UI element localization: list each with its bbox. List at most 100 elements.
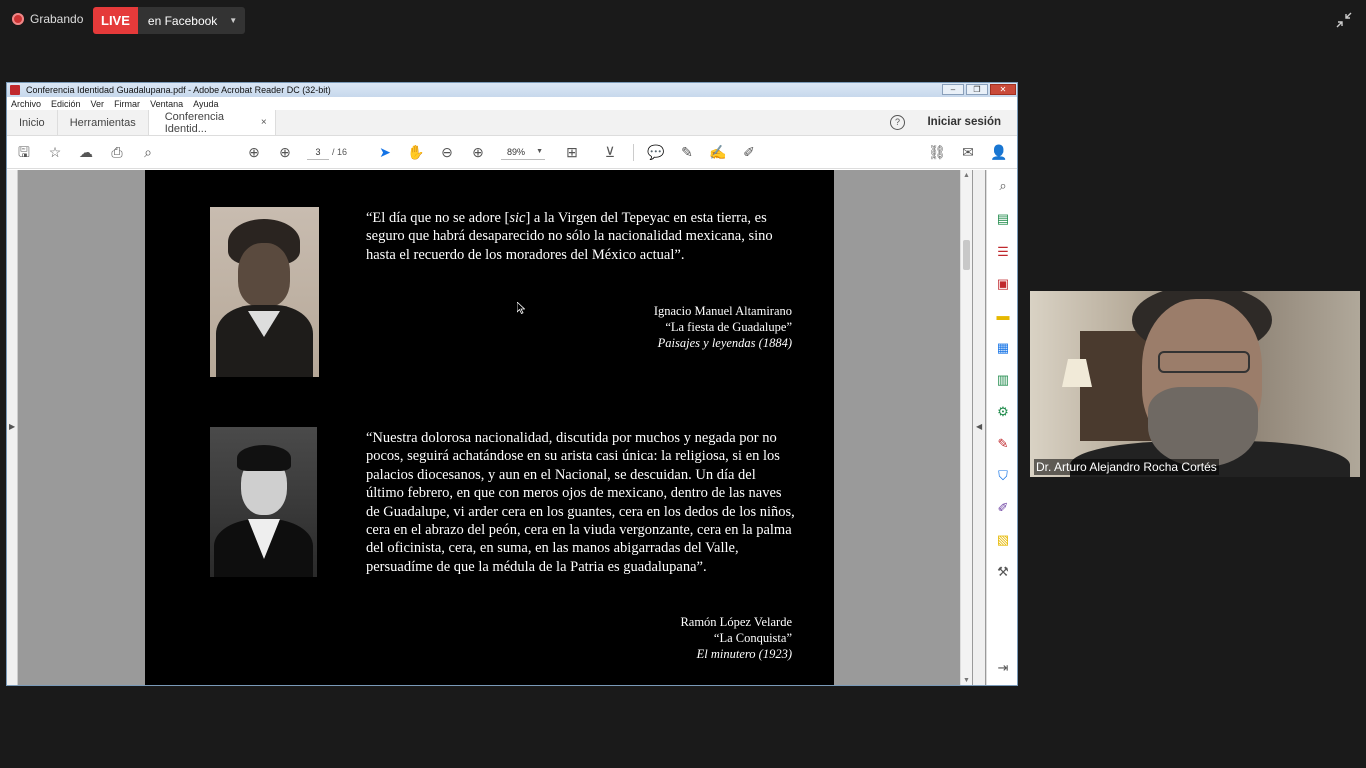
comment-icon[interactable]: 💬: [647, 143, 665, 161]
quote-text: “El día que no se adore [: [366, 210, 510, 226]
quote-book: Paisajes y leyendas (1884): [657, 336, 792, 350]
scroll-down-icon[interactable]: ▼: [963, 677, 970, 684]
right-panel-toggle[interactable]: ◀: [973, 170, 985, 685]
mouse-cursor-icon: [517, 302, 525, 314]
scan-icon[interactable]: ⚙: [995, 404, 1011, 420]
tab-document[interactable]: Conferencia Identid... ×: [148, 110, 276, 135]
attribution-altamirano: Ignacio Manuel Altamirano “La fiesta de …: [654, 303, 792, 351]
organize-pages-icon[interactable]: ☰: [995, 244, 1011, 260]
print-icon[interactable]: ⎙: [108, 143, 126, 161]
tab-document-label: Conferencia Identid...: [164, 110, 225, 135]
page-number-input[interactable]: 3: [307, 144, 329, 160]
quote-altamirano: “El día que no se adore [sic] a la Virge…: [366, 209, 796, 264]
hand-tool-icon[interactable]: ✋: [407, 143, 425, 161]
page-total: / 16: [332, 147, 348, 157]
quote-lopez-velarde: “Nuestra dolorosa nacionalidad, discutid…: [366, 430, 795, 575]
participant-video[interactable]: Dr. Arturo Alejandro Rocha Cortés: [1030, 291, 1360, 477]
live-stream-control[interactable]: LIVE en Facebook ▼: [93, 7, 246, 34]
add-user-icon[interactable]: 👤: [990, 143, 1008, 161]
fill-sign-icon[interactable]: ✎: [995, 436, 1011, 452]
acrobat-window: Conferencia Identidad Guadalupana.pdf - …: [6, 82, 1018, 686]
menu-ventana[interactable]: Ventana: [150, 99, 183, 109]
tab-tools[interactable]: Herramientas: [58, 110, 149, 135]
menu-ayuda[interactable]: Ayuda: [193, 99, 218, 109]
close-window-button[interactable]: ✕: [990, 84, 1016, 95]
scroll-up-icon[interactable]: ▲: [963, 172, 970, 179]
tools-pane: ⌕ ▤ ☰ ▣ ▬ ▦ ▥ ⚙ ✎ ⛉ ✐ ▧ ⚒ ⇥: [986, 170, 1017, 685]
chevron-down-icon: ▼: [229, 16, 238, 25]
menu-archivo[interactable]: Archivo: [11, 99, 41, 109]
left-panel-toggle[interactable]: ▶: [7, 170, 18, 685]
quote-author: Ramón López Velarde: [680, 615, 792, 629]
search-icon[interactable]: ⌕: [139, 143, 157, 161]
select-cursor-icon[interactable]: ➤: [376, 143, 394, 161]
tab-home[interactable]: Inicio: [7, 110, 58, 135]
request-signature-icon[interactable]: ✐: [995, 500, 1011, 516]
chevron-left-icon: ◀: [976, 422, 983, 431]
window-title: Conferencia Identidad Guadalupana.pdf - …: [26, 85, 331, 95]
close-tab-icon[interactable]: ×: [261, 117, 267, 128]
upload-cloud-icon[interactable]: ☁: [77, 143, 95, 161]
chevron-right-icon: ▶: [9, 422, 16, 431]
share-icon[interactable]: ▧: [995, 532, 1011, 548]
quote-author: Ignacio Manuel Altamirano: [653, 304, 792, 318]
quote-book: El minutero (1923): [696, 647, 792, 661]
create-pdf-icon[interactable]: ▣: [995, 276, 1011, 292]
portrait-lopez-velarde: [210, 427, 317, 577]
highlight-pen-icon[interactable]: ✎: [678, 143, 696, 161]
zoom-search-icon[interactable]: ⌕: [995, 178, 1011, 194]
chevron-down-icon: ▼: [536, 148, 543, 155]
save-icon[interactable]: 🖫: [15, 143, 33, 161]
quote-sic: sic: [509, 210, 526, 226]
pdf-page: “El día que no se adore [sic] a la Virge…: [145, 170, 834, 685]
zoom-out-icon[interactable]: ⊖: [438, 143, 456, 161]
export-pdf-icon[interactable]: ▤: [995, 211, 1011, 227]
stamp-icon[interactable]: ✐: [740, 143, 758, 161]
vertical-scrollbar[interactable]: ▲ ▼: [960, 170, 972, 685]
participant-name: Dr. Arturo Alejandro Rocha Cortés: [1034, 459, 1219, 475]
scroll-thumb[interactable]: [963, 240, 970, 270]
exit-fullscreen-icon[interactable]: [1334, 12, 1354, 32]
live-platform-label: en Facebook: [147, 13, 218, 28]
more-tools-icon[interactable]: ⚒: [995, 564, 1011, 580]
menu-bar: Archivo Edición Ver Firmar Ventana Ayuda: [7, 97, 1017, 110]
zoom-in-icon[interactable]: ⊕: [469, 143, 487, 161]
menu-firmar[interactable]: Firmar: [114, 99, 140, 109]
collapse-pane-icon[interactable]: ⇥: [995, 660, 1011, 676]
sign-in-button[interactable]: Iniciar sesión: [927, 116, 1001, 128]
acrobat-toolbar: 🖫 ☆ ☁ ⎙ ⌕ ⊕ ⊕ 3 / 16 ➤ ✋ ⊖ ⊕ 89% ▼ ⊞ ⊻ 💬…: [7, 136, 1017, 169]
record-icon: [12, 13, 24, 25]
measure-icon[interactable]: ⊻: [601, 143, 619, 161]
help-icon[interactable]: ?: [890, 115, 905, 130]
quote-work: “La fiesta de Guadalupe”: [665, 320, 792, 334]
screen: Grabando LIVE en Facebook ▼ Conferencia …: [0, 0, 1366, 768]
edit-pdf-icon[interactable]: ▥: [995, 372, 1011, 388]
minimize-button[interactable]: –: [942, 84, 964, 95]
portrait-altamirano: [210, 207, 319, 377]
live-badge: LIVE: [93, 7, 138, 34]
combine-files-icon[interactable]: ▦: [995, 340, 1011, 356]
tab-bar: Inicio Herramientas Conferencia Identid.…: [7, 110, 1017, 136]
previous-page-icon[interactable]: ⊕: [245, 143, 263, 161]
recording-indicator[interactable]: Grabando: [12, 12, 83, 26]
acrobat-icon: [10, 85, 20, 95]
menu-edicion[interactable]: Edición: [51, 99, 81, 109]
document-workspace: ▶ “El día que no se adore [sic] a la Vir…: [7, 170, 1017, 685]
zoom-level-select[interactable]: 89% ▼: [501, 144, 545, 160]
maximize-button[interactable]: ❐: [966, 84, 988, 95]
menu-ver[interactable]: Ver: [91, 99, 105, 109]
email-icon[interactable]: ✉: [959, 143, 977, 161]
link-icon[interactable]: ⛓: [928, 143, 946, 161]
zoom-level-value: 89%: [507, 147, 526, 157]
window-titlebar[interactable]: Conferencia Identidad Guadalupana.pdf - …: [7, 83, 1017, 97]
protect-icon[interactable]: ⛉: [995, 468, 1011, 484]
page-fit-icon[interactable]: ⊞: [563, 143, 581, 161]
live-platform-dropdown[interactable]: en Facebook ▼: [137, 7, 246, 34]
draw-icon[interactable]: ✍: [709, 143, 727, 161]
toolbar-divider: [633, 144, 634, 161]
star-icon[interactable]: ☆: [46, 143, 64, 161]
attribution-lopez-velarde: Ramón López Velarde “La Conquista” El mi…: [680, 614, 792, 662]
next-page-icon[interactable]: ⊕: [276, 143, 294, 161]
recording-label: Grabando: [30, 12, 84, 26]
comment-tool-icon[interactable]: ▬: [995, 308, 1011, 324]
